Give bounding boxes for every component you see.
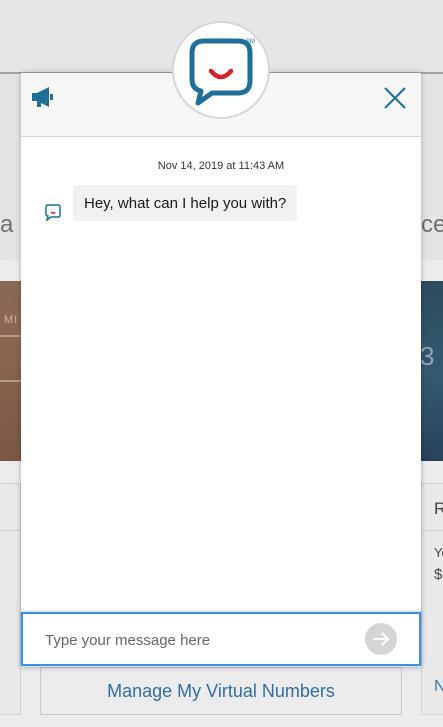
megaphone-icon[interactable] xyxy=(30,83,58,111)
card-header xyxy=(0,484,20,531)
send-button[interactable] xyxy=(365,623,397,655)
chat-bubble-smile-icon xyxy=(45,203,61,222)
image-line xyxy=(0,380,21,382)
banner-right-text: ce xyxy=(421,211,443,238)
service-mark: SM xyxy=(246,39,255,45)
image-line xyxy=(0,335,21,337)
manage-virtual-numbers-button[interactable]: Manage My Virtual Numbers xyxy=(40,667,402,715)
bot-message: Hey, what can I help you with? xyxy=(73,185,298,221)
message-input[interactable] xyxy=(43,622,347,658)
message-input-box xyxy=(21,612,421,666)
card-amount: $ xyxy=(434,566,443,583)
card-header-text: R xyxy=(434,499,443,518)
chat-dialog: Nov 14, 2019 at 11:43 AM Hey, what can I… xyxy=(21,73,421,667)
background-right-card: R Yo $ N xyxy=(421,483,443,715)
background-left-card xyxy=(0,483,21,715)
right-image-text: 3 xyxy=(420,341,435,371)
card-line: Yo xyxy=(434,545,443,560)
card-link[interactable]: N xyxy=(434,678,443,696)
assistant-logo: SM xyxy=(172,21,270,119)
close-icon[interactable] xyxy=(382,85,408,111)
arrow-right-icon xyxy=(373,632,390,646)
background-right-image: 3 xyxy=(420,281,443,461)
background-left-image: MI xyxy=(0,281,21,461)
chat-timestamp: Nov 14, 2019 at 11:43 AM xyxy=(157,160,285,172)
left-image-label: MI xyxy=(4,314,19,326)
